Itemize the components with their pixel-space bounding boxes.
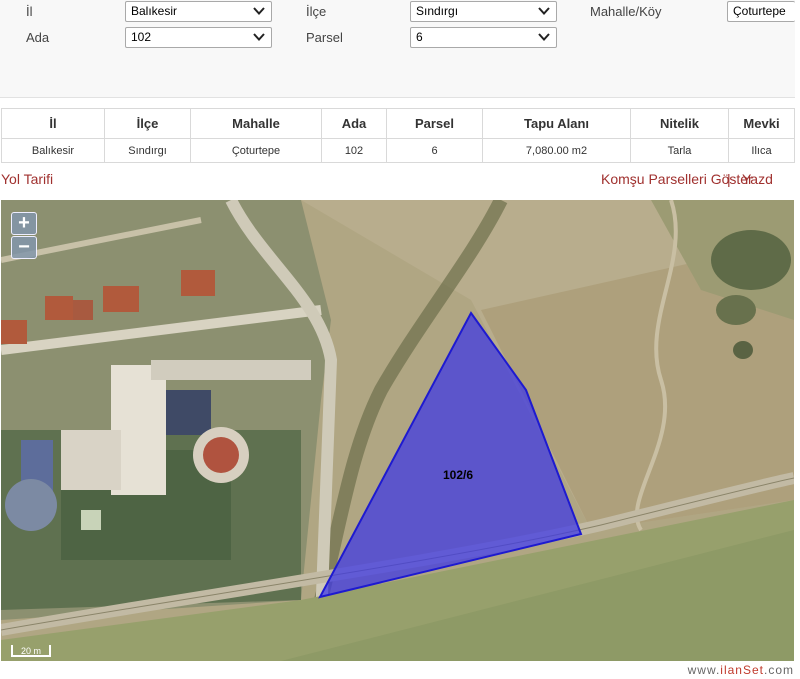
province-label: İl — [26, 4, 33, 19]
directions-link[interactable]: Yol Tarifi — [1, 171, 53, 187]
table-header-cell: İl — [1, 108, 105, 139]
table-cell: Çoturtepe — [190, 138, 322, 163]
table-row: Balıkesir Sındırgı Çoturtepe 102 6 7,080… — [1, 138, 795, 163]
parcel-label: Parsel — [306, 30, 343, 45]
zoom-out-button[interactable]: − — [11, 236, 37, 259]
tree-cluster — [733, 341, 753, 359]
chevron-down-icon — [538, 7, 550, 15]
chevron-down-icon — [253, 33, 265, 41]
table-cell: 7,080.00 m2 — [482, 138, 631, 163]
table-header-row: İl İlçe Mahalle Ada Parsel Tapu Alanı Ni… — [1, 108, 795, 139]
block-label: Ada — [26, 30, 50, 45]
parcel-query-form: İl Balıkesir İlçe Sındırgı Mahalle/Köy Ç… — [0, 0, 795, 98]
hotel-building — [61, 430, 121, 490]
neighborhood-select[interactable]: Çoturtepe — [727, 1, 795, 22]
print-link[interactable]: Yazd — [742, 171, 794, 187]
chevron-down-icon — [538, 33, 550, 41]
district-label: İlçe — [306, 4, 327, 19]
table-cell: Tarla — [630, 138, 729, 163]
parcel-id-label: 102/6 — [443, 468, 474, 482]
building-roof — [1, 320, 27, 344]
link-separator: | — [727, 171, 731, 187]
table-header-cell: Nitelik — [630, 108, 729, 139]
watermark-prefix: www. — [687, 663, 721, 677]
table-cell: 102 — [321, 138, 387, 163]
domed-building — [203, 437, 239, 473]
table-cell: Sındırgı — [104, 138, 191, 163]
neighborhood-label: Mahalle/Köy — [590, 4, 662, 19]
parking-area — [151, 360, 311, 380]
district-value: Sındırgı — [416, 4, 459, 18]
district-select[interactable]: Sındırgı — [410, 1, 557, 22]
map-scale-label: 20 m — [21, 646, 42, 656]
table-header-cell: Mevki — [728, 108, 795, 139]
table-cell: Ilıca — [728, 138, 795, 163]
watermark-suffix: .com — [763, 663, 794, 677]
table-header-cell: İlçe — [104, 108, 191, 139]
province-select[interactable]: Balıkesir — [125, 1, 272, 22]
building-roof — [181, 270, 215, 296]
satellite-imagery — [1, 200, 794, 661]
pool — [5, 479, 57, 531]
block-value: 102 — [131, 30, 152, 44]
parcel-result-table: İl İlçe Mahalle Ada Parsel Tapu Alanı Ni… — [1, 108, 795, 163]
table-cell: Balıkesir — [1, 138, 105, 163]
parcel-select[interactable]: 6 — [410, 27, 557, 48]
building-roof — [73, 300, 93, 320]
satellite-map[interactable]: 102/6 + − 20 m — [1, 200, 794, 661]
garden-feature — [81, 510, 101, 530]
table-cell: 6 — [386, 138, 483, 163]
chevron-down-icon — [253, 7, 265, 15]
table-header-cell: Ada — [321, 108, 387, 139]
neighborhood-value: Çoturtepe — [733, 4, 786, 18]
building-roof — [45, 296, 73, 320]
table-header-cell: Tapu Alanı — [482, 108, 631, 139]
building-roof — [103, 286, 139, 312]
site-watermark: www.ilanSet.com — [653, 663, 800, 679]
table-header-cell: Mahalle — [190, 108, 322, 139]
tree-cluster — [716, 295, 756, 325]
glass-roof — [166, 390, 211, 435]
zoom-in-button[interactable]: + — [11, 212, 37, 235]
table-header-cell: Parsel — [386, 108, 483, 139]
watermark-brand: ilanSet — [720, 663, 764, 677]
parcel-value: 6 — [416, 30, 423, 44]
province-value: Balıkesir — [131, 4, 178, 18]
block-select[interactable]: 102 — [125, 27, 272, 48]
tree-cluster — [711, 230, 791, 290]
